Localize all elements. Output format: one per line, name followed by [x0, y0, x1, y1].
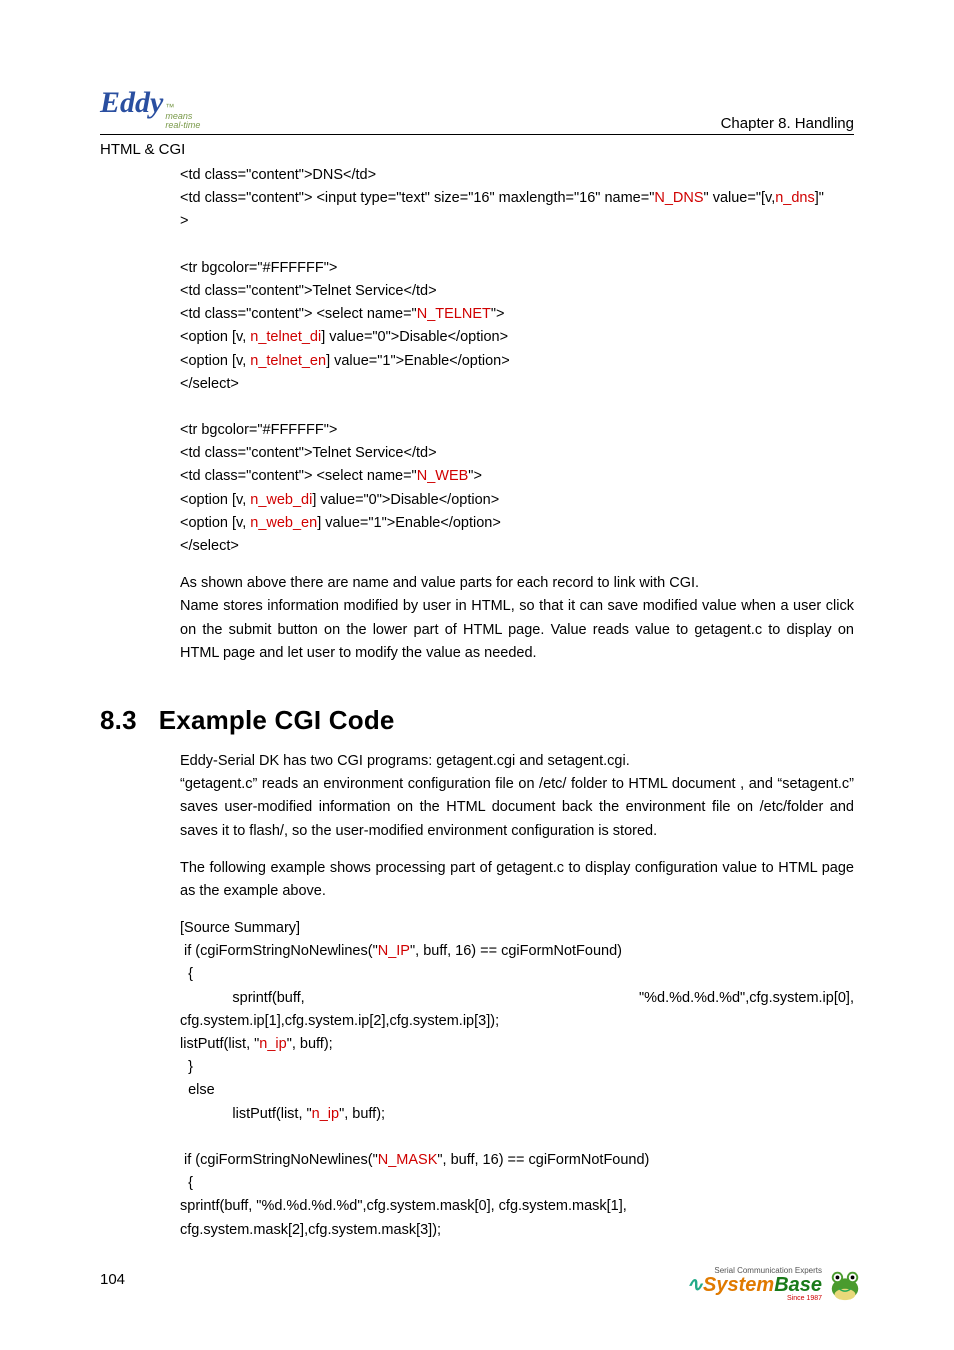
code-line: <option [v, n_telnet_di] value="0">Disab… — [180, 326, 854, 349]
code-line: sprintf(buff, "%d.%d.%d.%d",cfg.system.m… — [180, 1195, 854, 1218]
chapter-label: Chapter 8. Handling — [721, 115, 854, 132]
code-line: <option [v, n_telnet_en] value="1">Enabl… — [180, 350, 854, 373]
code-line: <option [v, n_web_en] value="1">Enable</… — [180, 512, 854, 535]
code-line: if (cgiFormStringNoNewlines("N_IP", buff… — [180, 940, 854, 963]
code-blank — [180, 1126, 854, 1149]
code-line: <td class="content"> <select name="N_TEL… — [180, 303, 854, 326]
code-blank — [180, 396, 854, 419]
body-content: <td class="content">DNS</td> <td class="… — [180, 164, 854, 665]
heading-title: Example CGI Code — [159, 705, 395, 736]
code-line: { — [180, 963, 854, 986]
frog-icon — [826, 1268, 864, 1302]
code-line: { — [180, 1172, 854, 1195]
paragraph: As shown above there are name and value … — [180, 572, 854, 665]
body-content-2: Eddy-Serial DK has two CGI programs: get… — [180, 750, 854, 1242]
code-line: </select> — [180, 373, 854, 396]
code-line: <tr bgcolor="#FFFFFF"> — [180, 419, 854, 442]
code-line: cfg.system.ip[1],cfg.system.ip[2],cfg.sy… — [180, 1010, 854, 1033]
code-line: <td class="content">Telnet Service</td> — [180, 442, 854, 465]
code-line: <td class="content"> <input type="text" … — [180, 187, 854, 210]
code-line: } — [180, 1056, 854, 1079]
code-line: <td class="content">Telnet Service</td> — [180, 280, 854, 303]
code-line: if (cgiFormStringNoNewlines("N_MASK", bu… — [180, 1149, 854, 1172]
paragraph: Eddy-Serial DK has two CGI programs: get… — [180, 750, 854, 843]
footer-since: Since 1987 — [787, 1295, 822, 1302]
code-line: listPutf(list, "n_ip", buff); — [180, 1103, 854, 1126]
code-line: > — [180, 210, 854, 233]
section-label: HTML & CGI — [100, 141, 854, 158]
code-line: </select> — [180, 535, 854, 558]
code-line: [Source Summary] — [180, 917, 854, 940]
paragraph: The following example shows processing p… — [180, 857, 854, 903]
code-block-c: [Source Summary] if (cgiFormStringNoNewl… — [180, 917, 854, 1242]
code-line: sprintf(buff, "%d.%d.%d.%d",cfg.system.i… — [180, 987, 854, 1010]
code-blank — [180, 234, 854, 257]
systembase-logo: Serial Communication Experts ∿SystemBase… — [686, 1267, 864, 1302]
page-number: 104 — [100, 1271, 125, 1288]
code-line: <option [v, n_web_di] value="0">Disable<… — [180, 489, 854, 512]
code-line: cfg.system.mask[2],cfg.system.mask[3]); — [180, 1219, 854, 1242]
heading-8-3: 8.3 Example CGI Code — [100, 705, 854, 736]
code-line: else — [180, 1079, 854, 1102]
eddy-logo: Eddy ™ means real-time — [100, 88, 200, 132]
code-line: <td class="content"> <select name="N_WEB… — [180, 465, 854, 488]
page-header: Eddy ™ means real-time Chapter 8. Handli… — [100, 88, 854, 135]
code-line: <tr bgcolor="#FFFFFF"> — [180, 257, 854, 280]
code-line: <td class="content">DNS</td> — [180, 164, 854, 187]
heading-number: 8.3 — [100, 705, 137, 736]
code-line: listPutf(list, "n_ip", buff); — [180, 1033, 854, 1056]
logo-subtext: ™ means real-time — [165, 103, 200, 130]
logo-main: Eddy — [100, 88, 163, 118]
footer-brand: ∿SystemBase — [686, 1275, 822, 1295]
code-block-html: <td class="content">DNS</td> <td class="… — [180, 164, 854, 558]
wave-icon: ∿ — [686, 1274, 703, 1296]
